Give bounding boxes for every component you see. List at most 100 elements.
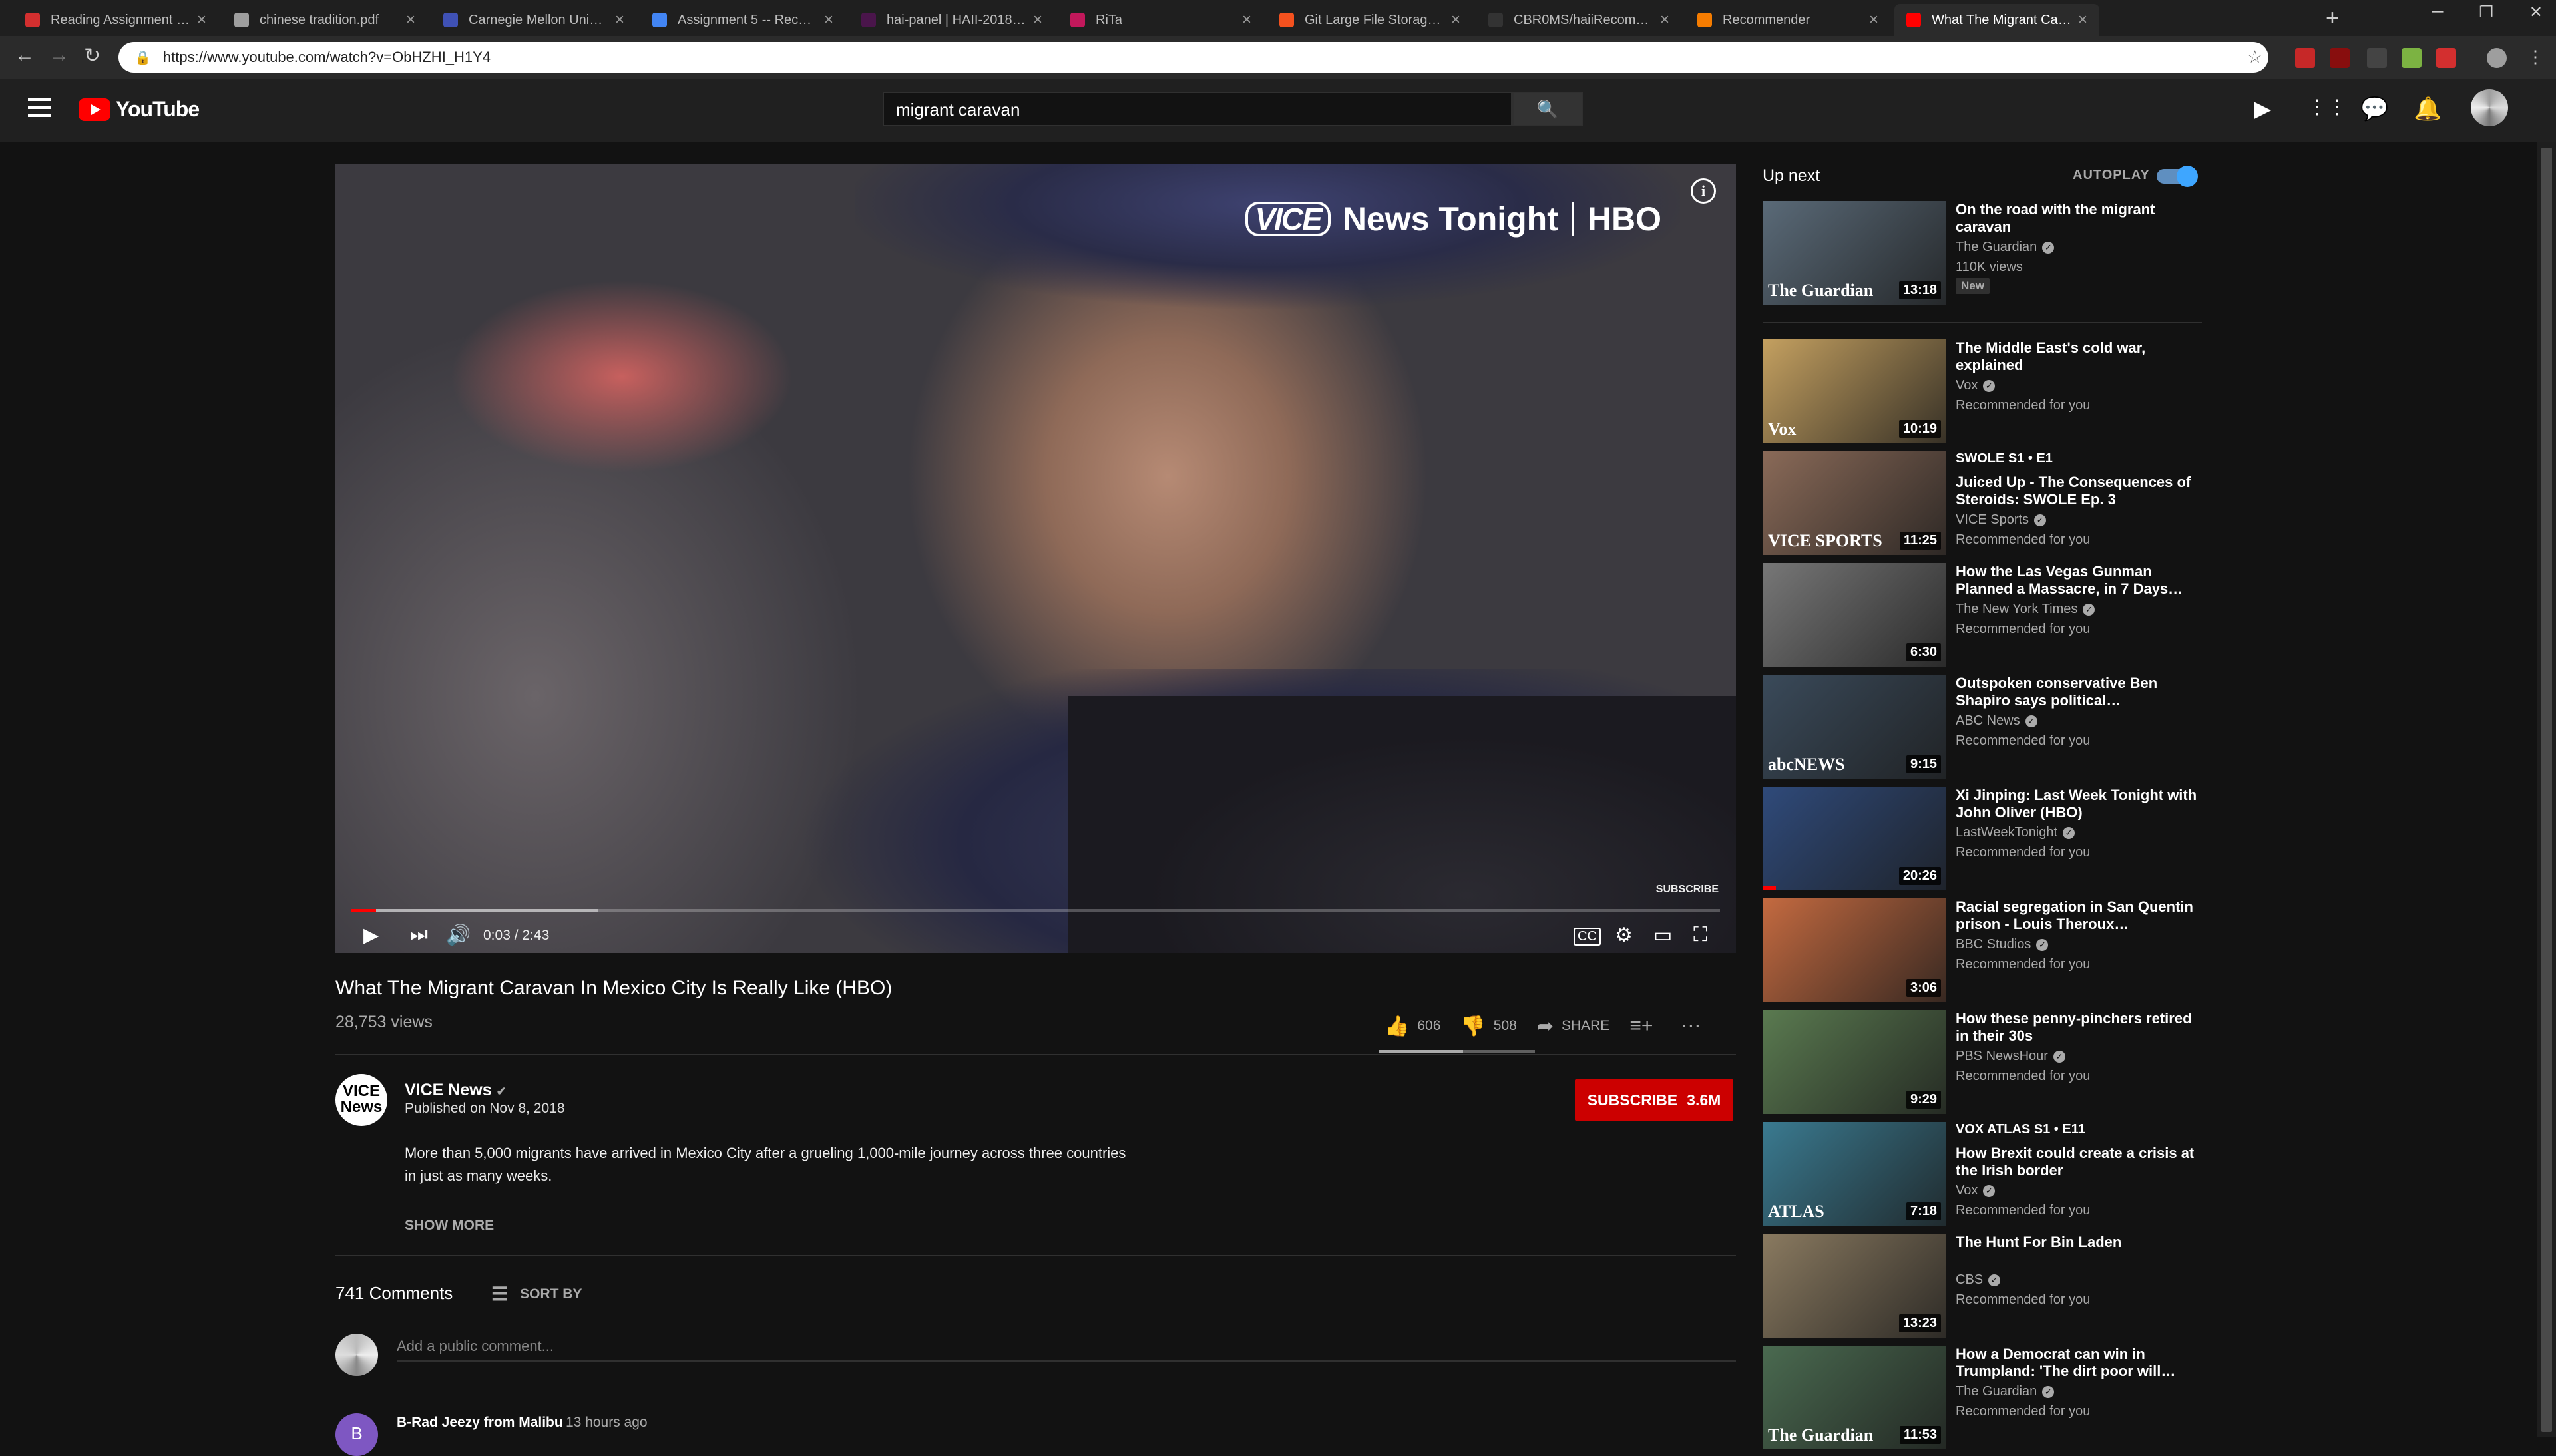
browser-tab[interactable]: Carnegie Mellon University × [431, 4, 636, 36]
subscribe-button[interactable]: SUBSCRIBE 3.6M [1575, 1079, 1733, 1121]
recommended-video[interactable]: 6:30 How the Las Vegas Gunman Planned a M… [1763, 563, 2202, 667]
minimize-icon[interactable]: ─ [2432, 3, 2443, 22]
messages-icon[interactable]: 💬 [2360, 96, 2388, 122]
sort-comments-button[interactable]: ☰ SORT BY [491, 1283, 582, 1305]
video-thumbnail[interactable]: abcNEWS 9:15 [1763, 675, 1946, 779]
recommended-video[interactable]: 3:06 Racial segregation in San Quentin pr… [1763, 898, 2202, 1002]
youtube-logo[interactable]: YouTube [79, 97, 200, 122]
recommended-title[interactable]: How a Democrat can win in Trumpland: 'Th… [1956, 1346, 2202, 1380]
extension-icon[interactable] [2402, 48, 2422, 68]
recommended-video[interactable]: 13:23 The Hunt For Bin Laden CBS ✓ Recommend… [1763, 1234, 2202, 1338]
tab-close-icon[interactable]: × [1869, 11, 1878, 29]
page-scrollbar[interactable] [2537, 142, 2556, 1437]
back-icon[interactable]: ← [15, 44, 35, 67]
save-to-playlist-button[interactable]: ≡+ [1629, 1015, 1661, 1037]
browser-tab[interactable]: chinese tradition.pdf × [222, 4, 427, 36]
video-thumbnail[interactable]: 3:06 [1763, 898, 1946, 1002]
recommended-title[interactable]: On the road with the migrant caravan [1956, 201, 2202, 236]
video-thumbnail[interactable]: 6:30 [1763, 563, 1946, 667]
play-icon[interactable]: ▶ [363, 924, 379, 947]
tab-close-icon[interactable]: × [197, 11, 206, 29]
video-thumbnail[interactable]: VICE SPORTS 11:25 [1763, 451, 1946, 555]
recommended-title[interactable]: Juiced Up - The Consequences of Steroids… [1956, 474, 2202, 508]
recommended-video[interactable]: ATLAS 7:18 VOX ATLAS S1 • E11 How Brexit co… [1763, 1122, 2202, 1226]
recommended-title[interactable]: Xi Jinping: Last Week Tonight with John … [1956, 787, 2202, 821]
browser-menu-icon[interactable]: ⋮ [2527, 47, 2544, 67]
apps-grid-icon[interactable]: ⋮⋮ [2307, 96, 2347, 119]
settings-gear-icon[interactable]: ⚙ [1615, 924, 1633, 947]
video-thumbnail[interactable]: 13:23 [1763, 1234, 1946, 1338]
tab-close-icon[interactable]: × [1242, 11, 1251, 29]
progress-bar[interactable] [351, 909, 1720, 912]
recommended-video[interactable]: abcNEWS 9:15 Outspoken conservative Ben Sh… [1763, 675, 2202, 779]
autoplay-toggle[interactable] [2157, 166, 2198, 187]
browser-tab[interactable]: What The Migrant Caravan × [1894, 4, 2099, 36]
next-icon[interactable]: ⏭ [410, 924, 428, 946]
upload-video-icon[interactable]: ▶ [2254, 96, 2271, 122]
scrollbar-thumb[interactable] [2541, 148, 2552, 1432]
recommended-title[interactable]: How these penny-pinchers retired in thei… [1956, 1010, 2202, 1045]
like-button[interactable]: 👍 606 [1384, 1015, 1440, 1038]
browser-tab[interactable]: Reading Assignment for We × [13, 4, 218, 36]
recommended-title[interactable]: The Middle East's cold war, explained [1956, 339, 2202, 374]
theater-mode-icon[interactable]: ▭ [1653, 924, 1672, 947]
fullscreen-icon[interactable]: ⛶ [1693, 924, 1707, 946]
share-button[interactable]: ➦ SHARE [1537, 1015, 1610, 1038]
captions-icon[interactable]: CC [1574, 928, 1601, 946]
volume-icon[interactable]: 🔊 [446, 924, 471, 947]
dislike-button[interactable]: 👎 508 [1460, 1015, 1516, 1038]
subscribe-watermark[interactable]: SUBSCRIBE [1656, 884, 1719, 896]
account-avatar[interactable] [2471, 89, 2508, 126]
video-thumbnail[interactable]: 9:29 [1763, 1010, 1946, 1114]
browser-tab[interactable]: Recommender × [1685, 4, 1890, 36]
new-tab-button[interactable]: + [2326, 5, 2339, 31]
video-thumbnail[interactable]: ATLAS 7:18 [1763, 1122, 1946, 1226]
recommended-video[interactable]: VICE SPORTS 11:25 SWOLE S1 • E1 Juiced Up -… [1763, 451, 2202, 555]
restore-icon[interactable]: ❐ [2479, 3, 2493, 22]
extension-icon[interactable] [2436, 48, 2456, 68]
tab-close-icon[interactable]: × [1660, 11, 1669, 29]
recommended-video[interactable]: Vox 10:19 The Middle East's cold war, expl… [1763, 339, 2202, 443]
browser-tab[interactable]: RiTa × [1058, 4, 1263, 36]
tab-close-icon[interactable]: × [615, 11, 624, 29]
tab-close-icon[interactable]: × [406, 11, 415, 29]
recommended-video[interactable]: 20:26 Xi Jinping: Last Week Tonight with … [1763, 787, 2202, 890]
browser-tab[interactable]: CBR0MS/haiiRecommende × [1476, 4, 1681, 36]
info-icon[interactable]: i [1691, 178, 1716, 204]
close-window-icon[interactable]: ✕ [2529, 3, 2543, 22]
recommended-video[interactable]: The Guardian 13:18 On the road with the mi… [1763, 201, 2202, 305]
comment-author[interactable]: B-Rad Jeezy from Malibu [397, 1415, 563, 1431]
channel-name[interactable]: VICE News ✔ [405, 1081, 507, 1100]
forward-icon[interactable]: → [49, 44, 69, 67]
extension-icon[interactable] [2295, 48, 2315, 68]
recommended-title[interactable]: How Brexit could create a crisis at the … [1956, 1145, 2202, 1179]
recommended-video[interactable]: 9:29 How these penny-pinchers retired in … [1763, 1010, 2202, 1114]
browser-tab[interactable]: hai-panel | HAII-2018 Slack × [849, 4, 1054, 36]
extension-icon[interactable] [2367, 48, 2387, 68]
search-button[interactable]: 🔍 [1512, 92, 1583, 126]
recommended-title[interactable]: Outspoken conservative Ben Shapiro says … [1956, 675, 2202, 709]
tab-close-icon[interactable]: × [1451, 11, 1460, 29]
browser-tab[interactable]: Git Large File Storage | Git L × [1267, 4, 1472, 36]
more-actions-button[interactable]: ⋯ [1681, 1015, 1709, 1038]
video-player[interactable]: VICE News Tonight HBO i SUBSCRIBE ▶ ⏭ 🔊 … [335, 164, 1736, 953]
tab-close-icon[interactable]: × [2078, 11, 2087, 29]
url-field[interactable]: 🔒 https://www.youtube.com/watch?v=ObHZHI… [118, 42, 2268, 73]
recommended-title[interactable]: Racial segregation in San Quentin prison… [1956, 898, 2202, 933]
recommended-title[interactable]: The Hunt For Bin Laden [1956, 1234, 2202, 1251]
hamburger-menu-icon[interactable] [28, 98, 51, 117]
video-thumbnail[interactable]: The Guardian 11:53 [1763, 1346, 1946, 1449]
video-thumbnail[interactable]: Vox 10:19 [1763, 339, 1946, 443]
video-thumbnail[interactable]: The Guardian 13:18 [1763, 201, 1946, 305]
channel-avatar[interactable]: VICE News [335, 1074, 387, 1126]
recommended-title[interactable]: How the Las Vegas Gunman Planned a Massa… [1956, 563, 2202, 598]
comment-time[interactable]: 13 hours ago [566, 1415, 648, 1431]
profile-avatar[interactable] [2487, 48, 2507, 68]
tab-close-icon[interactable]: × [824, 11, 833, 29]
comment-input[interactable]: Add a public comment... [397, 1338, 1736, 1362]
tab-close-icon[interactable]: × [1033, 11, 1042, 29]
show-more-button[interactable]: SHOW MORE [405, 1218, 494, 1234]
recommended-video[interactable]: The Guardian 11:53 How a Democrat can win … [1763, 1346, 2202, 1449]
extension-icon[interactable] [2330, 48, 2350, 68]
video-thumbnail[interactable]: 20:26 [1763, 787, 1946, 890]
